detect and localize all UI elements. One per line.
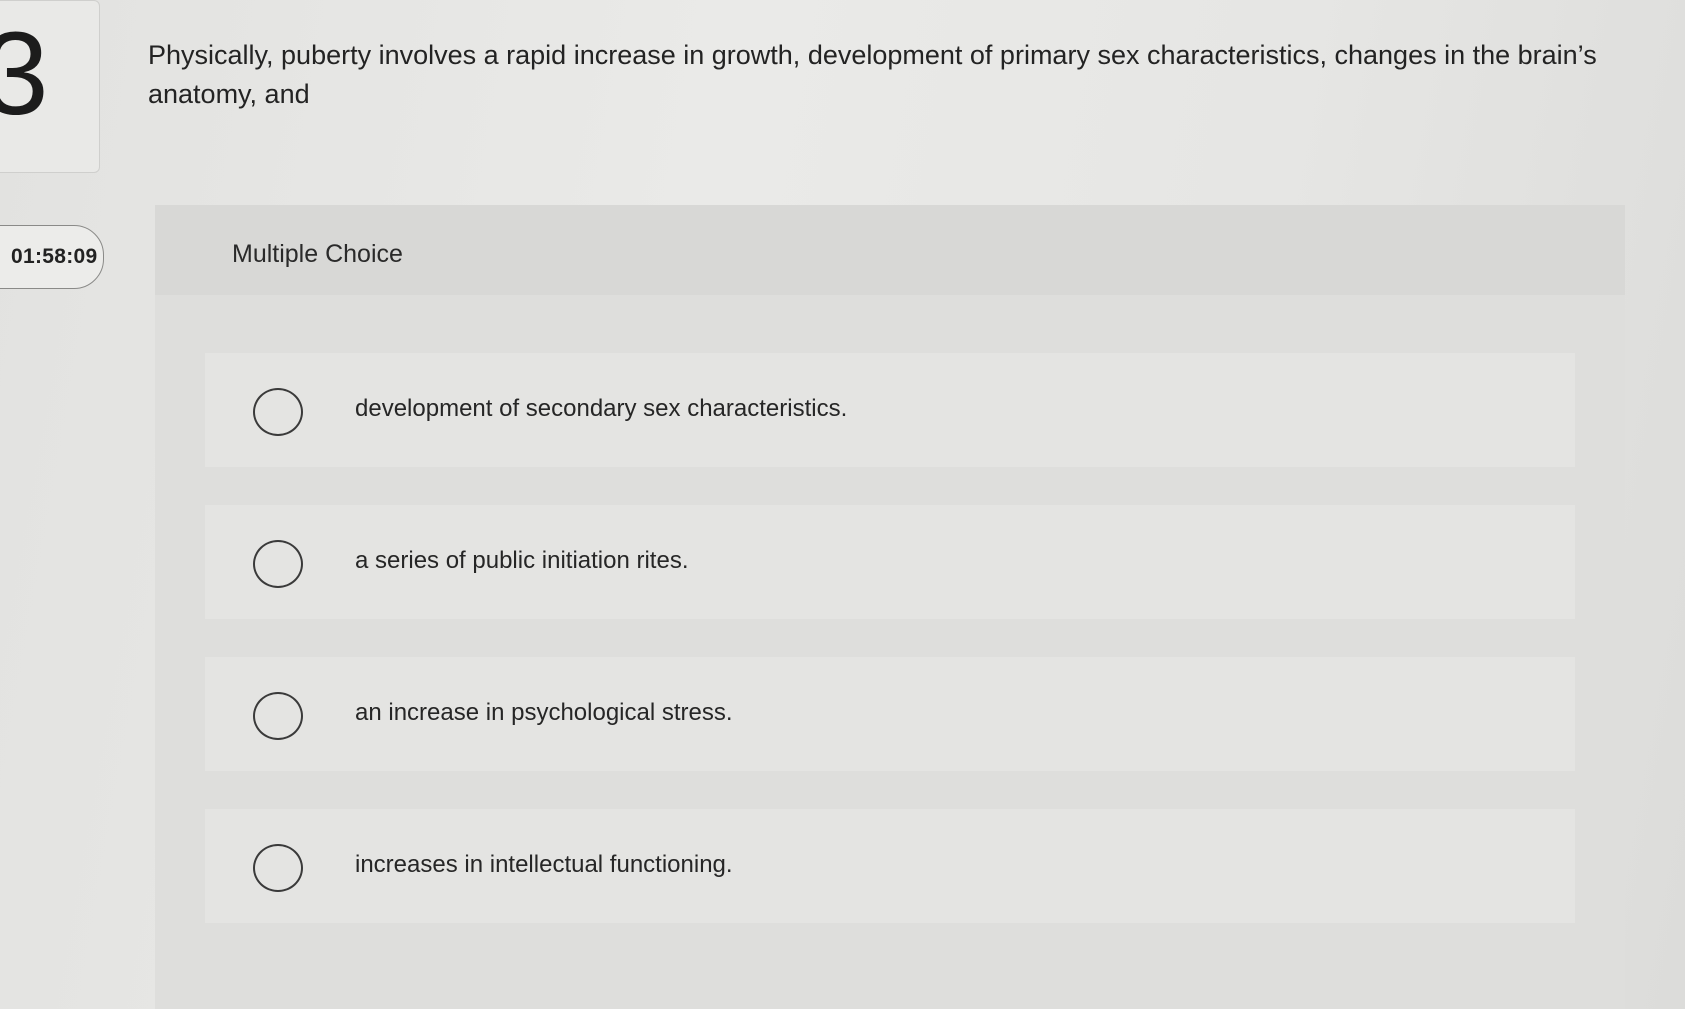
answer-option-label[interactable]: a series of public initiation rites.	[355, 547, 689, 575]
question-number-box: 3	[0, 0, 100, 173]
timer[interactable]: 01:58:09	[0, 225, 104, 289]
question-number: 3	[0, 8, 49, 140]
question-panel: Multiple Choice development of secondary…	[155, 205, 1625, 1009]
answer-option-label[interactable]: development of secondary sex characteris…	[355, 395, 847, 423]
answer-option-label[interactable]: increases in intellectual functioning.	[355, 851, 733, 879]
radio-button[interactable]	[253, 388, 303, 436]
answer-option[interactable]: an increase in psychological stress.	[205, 657, 1575, 771]
answer-option[interactable]: development of secondary sex characteris…	[205, 353, 1575, 467]
radio-button[interactable]	[253, 540, 303, 588]
panel-header: Multiple Choice	[155, 205, 1625, 295]
radio-button[interactable]	[253, 844, 303, 892]
answer-option-label[interactable]: an increase in psychological stress.	[355, 699, 733, 727]
answer-option[interactable]: increases in intellectual functioning.	[205, 809, 1575, 923]
question-type-label: Multiple Choice	[232, 240, 403, 268]
answer-option[interactable]: a series of public initiation rites.	[205, 505, 1575, 619]
question-prompt: Physically, puberty involves a rapid inc…	[148, 40, 1597, 109]
radio-button[interactable]	[253, 692, 303, 740]
